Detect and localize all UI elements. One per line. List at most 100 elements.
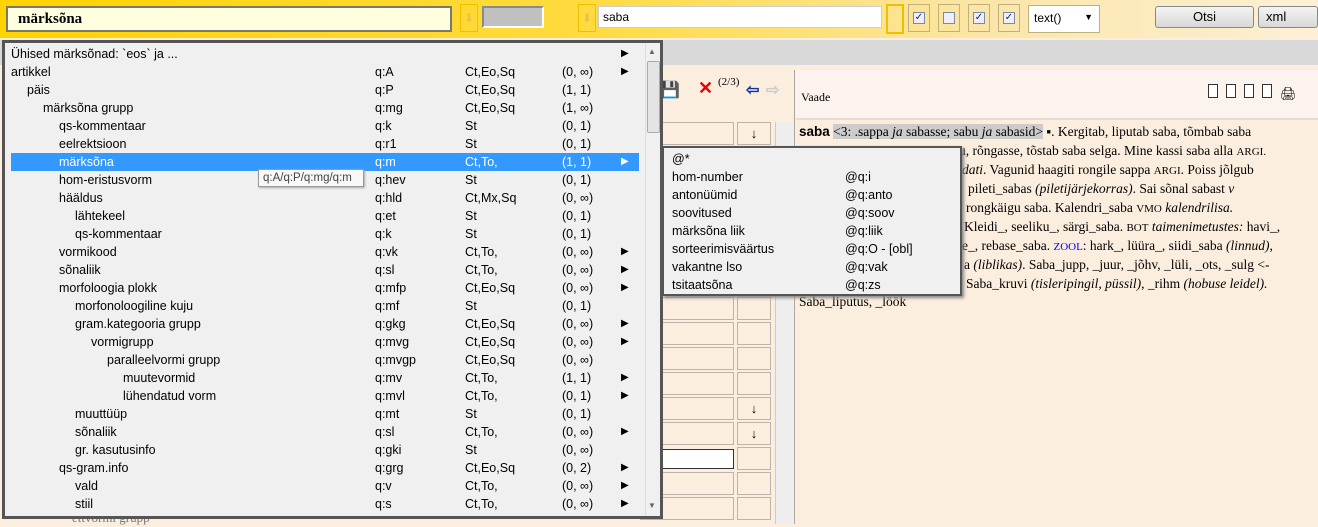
submenu-arrow-icon[interactable]: ▶: [621, 243, 629, 261]
dropdown-item[interactable]: lähtekeel q:et St (0, 1): [11, 207, 639, 225]
submenu-arrow-icon[interactable]: ▶: [621, 315, 629, 333]
arrow-down-icon[interactable]: ⬇: [578, 4, 596, 32]
dropdown-item[interactable]: hääldus q:hld Ct,Mx,Sq (0, ∞): [11, 189, 639, 207]
back-arrow-icon[interactable]: ⇦: [746, 80, 759, 100]
dropdown-item[interactable]: märksõna grupp q:mg Ct,Eo,Sq (1, ∞): [11, 99, 639, 117]
dropdown-item[interactable]: sõnaliik q:sl Ct,To, (0, ∞) ▶: [11, 423, 639, 441]
search-button[interactable]: Otsi: [1155, 6, 1254, 28]
dropdown-item[interactable]: Ühised märksõnad: `eos` ja ... ▶: [11, 45, 639, 63]
scroll-up-icon[interactable]: ▲: [648, 47, 656, 56]
scroll-down-icon[interactable]: ▼: [648, 501, 656, 510]
align-left-icon[interactable]: [1208, 84, 1218, 98]
submenu-arrow-icon[interactable]: ▶: [621, 459, 629, 477]
item-name: stiil: [75, 497, 94, 511]
action-cell[interactable]: [737, 497, 771, 520]
dropdown-item[interactable]: paralleelvormi grupp q:mvgp Ct,Eo,Sq (0, ∞): [11, 351, 639, 369]
txt: kalendrilisa.: [1161, 200, 1234, 215]
align-right-icon[interactable]: [1244, 84, 1254, 98]
action-cell[interactable]: [737, 447, 771, 470]
dropdown-item[interactable]: vald q:v Ct,To, (0, ∞) ▶: [11, 477, 639, 495]
arrow-down-icon[interactable]: ↓: [737, 422, 771, 445]
doc-icons: 🖨: [1208, 84, 1297, 102]
txt: <3: .sappa: [833, 124, 893, 139]
printer-icon[interactable]: 🖨: [1280, 86, 1297, 101]
dropdown-item[interactable]: qs-kommentaar q:k St (0, 1): [11, 225, 639, 243]
dropdown-item[interactable]: qs-kommentaar q:k St (0, 1): [11, 117, 639, 135]
arrow-down-icon[interactable]: ⬇: [460, 4, 478, 32]
xml-button[interactable]: xml: [1258, 6, 1318, 28]
submenu-item[interactable]: tsitaatsõna @q:zs: [672, 276, 952, 294]
txt: pileti_sabas: [968, 181, 1036, 196]
dropdown-item[interactable]: vormigrupp q:mvg Ct,Eo,Sq (0, ∞) ▶: [11, 333, 639, 351]
checkbox-4[interactable]: ✓: [1003, 12, 1015, 24]
submenu-arrow-icon[interactable]: ▶: [621, 369, 629, 387]
dropdown-item[interactable]: morfoloogia plokk q:mfp Ct,Eo,Sq (0, ∞) ▶: [11, 279, 639, 297]
txt: Saba_liputus, _löök: [799, 294, 907, 309]
submenu-item[interactable]: sorteerimisväärtus @q:O - [obl]: [672, 240, 952, 258]
item-name: paralleelvormi grupp: [107, 353, 221, 367]
dropdown-item[interactable]: vormikood q:vk Ct,To, (0, ∞) ▶: [11, 243, 639, 261]
item-name: märksõna: [59, 155, 114, 169]
dropdown-item[interactable]: muutevormid q:mv Ct,To, (1, 1) ▶: [11, 369, 639, 387]
arrow-down-icon[interactable]: ↓: [737, 397, 771, 420]
submenu-arrow-icon[interactable]: ▶: [621, 495, 629, 513]
dropdown-item[interactable]: artikkel q:A Ct,Eo,Sq (0, ∞) ▶: [11, 63, 639, 81]
submenu-arrow-icon[interactable]: ▶: [621, 477, 629, 495]
item-name: Ühised märksõnad: `eos` ja ...: [11, 47, 178, 61]
checkbox-3[interactable]: ✓: [973, 12, 985, 24]
action-cell[interactable]: [737, 297, 771, 320]
dropdown-item[interactable]: eelrektsioon q:r1 St (0, 1): [11, 135, 639, 153]
action-cell[interactable]: [737, 472, 771, 495]
dropdown-item[interactable]: sõnaliik q:sl Ct,To, (0, ∞) ▶: [11, 261, 639, 279]
item-query: q:mfp: [375, 281, 407, 295]
submenu-item[interactable]: märksõna liik @q:liik: [672, 222, 952, 240]
search-input[interactable]: saba: [598, 6, 882, 28]
item-cardinality: (1, 1): [562, 371, 592, 385]
submenu-arrow-icon[interactable]: ▶: [621, 45, 629, 63]
justify-icon[interactable]: [1262, 84, 1272, 98]
submenu-item[interactable]: vakantne lso @q:vak: [672, 258, 952, 276]
submenu-arrow-icon[interactable]: ▶: [621, 261, 629, 279]
arrow-down-icon[interactable]: ↓: [737, 122, 771, 145]
dropdown-scrollbar[interactable]: ▲ ▼: [645, 43, 660, 516]
item-cardinality: (0, 1): [562, 173, 592, 187]
secondary-field[interactable]: [482, 6, 544, 28]
submenu-arrow-icon[interactable]: ▶: [621, 387, 629, 405]
entry-line-5: rongkäigu saba. Kalendri_saba VMO kalend…: [966, 198, 1233, 219]
dropdown-item[interactable]: lühendatud vorm q:mvl Ct,To, (0, 1) ▶: [11, 387, 639, 405]
dropdown-item[interactable]: muuttüüp q:mt St (0, 1): [11, 405, 639, 423]
submenu-item[interactable]: hom-number @q:i: [672, 168, 952, 186]
txt: . Poiss jõlgub: [1180, 162, 1254, 177]
submenu-arrow-icon[interactable]: ▶: [621, 423, 629, 441]
dropdown-item[interactable]: gr. kasutusinfo q:gki St (0, ∞): [11, 441, 639, 459]
action-cell[interactable]: [737, 372, 771, 395]
scroll-thumb[interactable]: [647, 61, 660, 133]
submenu-arrow-icon[interactable]: ▶: [621, 153, 629, 171]
dropdown-item[interactable]: stiil q:s Ct,To, (0, ∞) ▶: [11, 495, 639, 513]
dropdown-item[interactable]: morfonoloogiline kuju q:mf St (0, 1): [11, 297, 639, 315]
txt: . Saba_jupp, _juur, _jõhv, _lüli, _ots, …: [1022, 257, 1270, 272]
txt: u, rõngasse, tõstab saba selga. Mine kas…: [959, 143, 1237, 158]
action-cell[interactable]: [737, 347, 771, 370]
xpath-function-select[interactable]: text() ▼: [1028, 5, 1100, 33]
dropdown-item[interactable]: gram.kategooria grupp q:gkg Ct,Eo,Sq (0, ∞)…: [11, 315, 639, 333]
checkbox-1[interactable]: ✓: [913, 12, 925, 24]
submenu-item[interactable]: soovitused @q:soov: [672, 204, 952, 222]
txt: , _rihm: [1141, 276, 1184, 291]
keyword-field[interactable]: märksõna: [6, 6, 452, 32]
submenu-arrow-icon[interactable]: ▶: [621, 333, 629, 351]
action-cell[interactable]: [737, 322, 771, 345]
forward-arrow-icon: ⇨: [766, 82, 780, 99]
align-center-icon[interactable]: [1226, 84, 1236, 98]
dropdown-item[interactable]: päis q:P Ct,Eo,Sq (1, 1): [11, 81, 639, 99]
submenu-arrow-icon[interactable]: ▶: [621, 63, 629, 81]
checkbox-2[interactable]: [943, 12, 955, 24]
item-name: sõnaliik: [75, 425, 117, 439]
delete-icon[interactable]: ✕: [698, 78, 713, 99]
dropdown-item[interactable]: qs-gram.info q:grg Ct,Eo,Sq (0, 2) ▶: [11, 459, 639, 477]
item-type: St: [465, 137, 477, 151]
submenu-arrow-icon[interactable]: ▶: [621, 279, 629, 297]
submenu-item[interactable]: @*: [672, 150, 952, 168]
submenu-item[interactable]: antonüümid @q:anto: [672, 186, 952, 204]
item-query: q:mv: [375, 371, 403, 385]
